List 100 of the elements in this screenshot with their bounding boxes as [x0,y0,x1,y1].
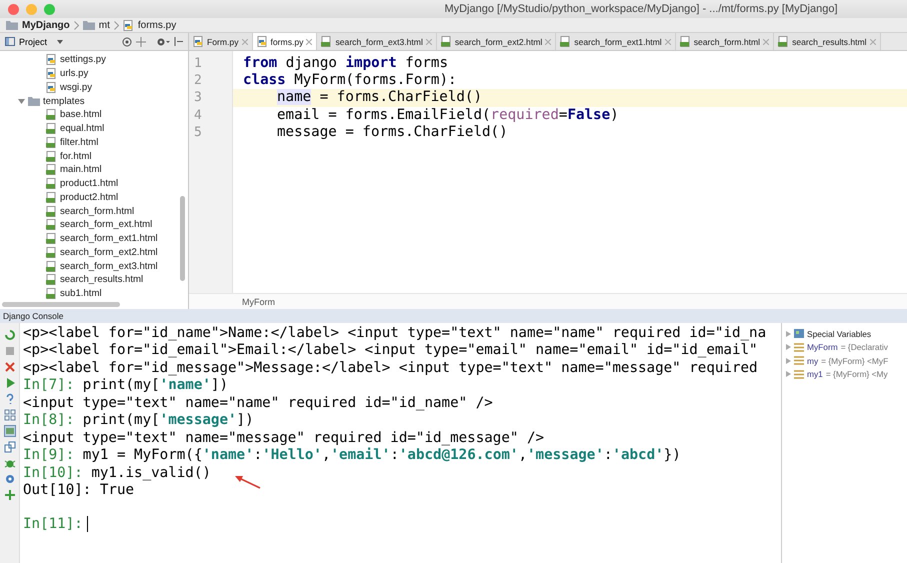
editor-tab[interactable]: search_form_ext3.html [317,33,437,50]
python-file-icon [46,82,57,93]
expand-icon[interactable] [786,371,791,378]
tree-item[interactable]: main.html [0,163,188,177]
html-file-icon [46,178,57,190]
expand-icon[interactable] [786,344,791,350]
tree-item[interactable]: sub1.html [0,286,188,300]
minimize-window-button[interactable] [26,4,37,14]
tree-item[interactable]: search_form_ext.html [0,218,188,232]
variable-row[interactable]: MyForm = {Declarativ [782,340,907,354]
rerun-icon[interactable] [4,329,16,341]
scrollbar[interactable] [180,196,185,281]
editor-tab[interactable]: forms.py [252,33,318,50]
tree-item[interactable]: templates [0,94,188,108]
console-line: In[10]: my1.is_valid() [23,464,211,482]
tree-item[interactable]: filter.html [0,136,188,150]
close-icon[interactable] [870,38,876,44]
expand-icon[interactable] [786,358,791,364]
list-icon [794,342,804,352]
stop-icon[interactable] [4,345,16,357]
tree-item[interactable]: search_form_ext2.html [0,246,188,260]
arrow-annotation [235,475,261,489]
tree-item[interactable]: equal.html [0,122,188,136]
close-icon[interactable] [664,38,671,44]
close-icon[interactable] [306,38,312,44]
html-file-icon [46,288,57,300]
tree-item[interactable]: search_form_ext3.html [0,259,188,273]
close-icon[interactable] [426,38,432,44]
html-file-icon [46,274,57,286]
close-icon[interactable] [763,38,770,44]
text-cursor [86,516,88,532]
chevron-icon [114,20,119,30]
tree-item[interactable]: for.html [0,149,188,163]
close-window-button[interactable] [8,4,19,14]
expand-icon[interactable] [786,330,791,337]
console-line: In[9]: my1 = MyForm({'name':'Hello','email':'abcd@126.com','message':'abcd'}) [23,447,681,464]
close-icon[interactable] [4,361,16,373]
html-file-icon [680,36,691,47]
tree-item[interactable]: search_form_ext1.html [0,232,188,246]
breadcrumb-item[interactable]: forms.py [138,20,176,30]
html-file-icon [46,206,57,217]
tree-item[interactable]: product1.html [0,176,188,190]
html-file-icon [46,192,57,203]
breadcrumb-item[interactable]: mt [98,20,110,30]
code-line: email = forms.EmailField(required=False) [276,106,620,124]
line-number: 3 [193,89,203,107]
scrollbar[interactable] [2,302,120,307]
console-line: <p><label for="id_message">Message:</label> <input type="text" name="message" required [23,360,758,378]
dropdown-caret-icon[interactable] [57,40,64,44]
hide-panel-icon[interactable] [174,37,183,46]
tree-item[interactable]: search_form.html [0,204,188,218]
zoom-window-button[interactable] [44,4,55,14]
breadcrumb-item[interactable]: MyDjango [22,20,70,30]
input-prompt: In[11]: [23,516,83,532]
variable-row[interactable]: Special Variables [782,327,907,340]
console-line: <input type="text" name="message" required id="id_message" /> [23,430,544,448]
editor-tab[interactable]: search_form.html [676,33,774,50]
editor-breadcrumb[interactable]: MyForm [242,296,275,306]
grid-icon[interactable] [4,409,16,421]
python-file-icon [46,68,57,80]
close-icon[interactable] [242,38,248,44]
folder-icon [82,20,95,30]
list-icon [794,356,804,366]
html-file-icon [46,123,57,134]
editor-tab[interactable]: Form.py [189,33,253,50]
window-icon[interactable] [4,425,16,437]
tree-item[interactable]: wsgi.py [0,80,188,94]
tree-item[interactable]: product2.html [0,190,188,204]
python-file-icon [46,54,57,66]
tree-item[interactable]: urls.py [0,66,188,80]
expanded-caret-icon[interactable] [18,98,25,105]
tree-item[interactable]: base.html [0,108,188,122]
python-file-icon [122,20,134,30]
add-icon[interactable] [4,489,16,501]
html-file-icon [778,36,790,47]
editor-tab[interactable]: search_form_ext2.html [436,33,556,50]
editor-tab[interactable]: search_results.html [774,33,881,50]
code-line: class MyForm(forms.Form): [242,72,458,90]
line-number: 5 [193,124,203,141]
panel-icon [5,37,15,46]
html-file-icon [46,233,57,244]
html-file-icon [46,164,57,176]
console-line: <input type="text" name="name" required id="id_name" /> [23,394,493,412]
console-line: <p><label for="id_email">Email:</label> <input type="email" name="email" id="id_email" [23,342,758,360]
editor-tab[interactable]: search_form_ext1.html [556,33,676,50]
panel-title[interactable]: Project [19,36,48,46]
variable-row[interactable]: my1 = {MyForm} <My [782,368,907,381]
close-icon[interactable] [545,38,552,44]
html-file-icon [46,109,57,120]
tree-item[interactable]: search_results.html [0,273,188,287]
line-number: 1 [193,55,203,72]
windows-icon[interactable] [4,441,16,453]
python-file-icon [193,36,204,47]
tree-item[interactable]: settings.py [0,53,188,67]
target-icon[interactable] [122,36,132,46]
html-file-icon [321,36,332,47]
variable-row[interactable]: my = {MyForm} <MyF [782,354,907,368]
html-file-icon [560,36,572,47]
html-file-icon [46,136,57,148]
console-title: Django Console [3,311,64,321]
